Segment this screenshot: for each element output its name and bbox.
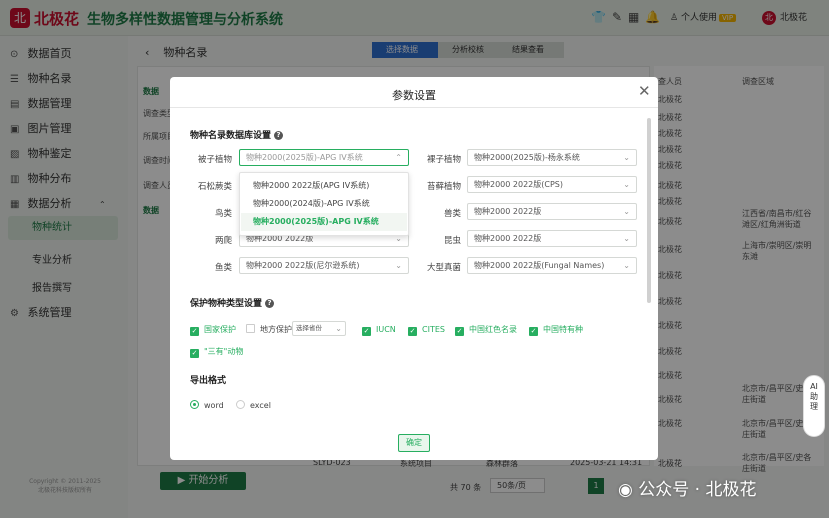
checkbox-redlist[interactable]: ✓ 中国红色名录 [455, 324, 517, 336]
ai-label: 助 [810, 392, 818, 401]
checkbox-label: 中国特有种 [543, 325, 583, 334]
select-angiosperm[interactable]: 物种2000(2025版)-APG IV系统 ⌃ [239, 149, 409, 166]
checkbox-national[interactable]: ✓ 国家保护 [190, 324, 236, 336]
radio-label: word [204, 401, 224, 410]
checkbox-cites[interactable]: ✓ CITES [408, 324, 445, 336]
select-placeholder: 选择省份 [296, 324, 322, 332]
select-value: 物种2000 2022版 [474, 234, 542, 243]
section-title-db: 物种名录数据库设置? [190, 128, 284, 141]
select-value: 物种2000(2025版)-杨永系统 [474, 153, 580, 162]
check-icon: ✓ [455, 327, 464, 336]
dialog-scrollbar[interactable] [647, 118, 651, 303]
chevron-down-icon: ⌄ [623, 207, 630, 216]
select-value: 物种2000 2022版(CPS) [474, 180, 563, 189]
field-label: 昆虫 [443, 236, 461, 246]
section-title-protect: 保护物种类型设置? [190, 296, 275, 309]
select-value: 物种2000 2022版(Fungal Names) [474, 261, 605, 270]
chevron-down-icon: ⌄ [623, 261, 630, 270]
checkbox-label: CITES [422, 325, 445, 334]
field-label: 裸子植物 [426, 155, 461, 165]
select-fish[interactable]: 物种2000 2022版(尼尔逊系统) ⌄ [239, 257, 409, 274]
check-icon: ✓ [190, 327, 199, 336]
checkbox-label: 地方保护 [260, 325, 292, 334]
confirm-button[interactable]: 确定 [398, 434, 430, 452]
select-bryophyte[interactable]: 物种2000 2022版(CPS) ⌄ [467, 176, 637, 193]
watermark-text: 公众号 · 北极花 [638, 480, 757, 500]
ai-assistant-button[interactable]: AI 助 理 [803, 375, 825, 437]
select-mammal[interactable]: 物种2000 2022版 ⌄ [467, 203, 637, 220]
section-title-text: 物种名录数据库设置 [190, 131, 272, 141]
checkbox-endemic[interactable]: ✓ 中国特有种 [529, 324, 583, 336]
checkbox-label: 国家保护 [204, 325, 236, 334]
section-title-text: 保护物种类型设置 [190, 299, 263, 309]
ai-label: AI [810, 382, 818, 391]
watermark: ◉ 公众号 · 北极花 [618, 475, 756, 500]
field-label: 大型真菌 [426, 263, 461, 273]
chevron-down-icon: ⌄ [395, 261, 402, 270]
close-icon[interactable]: ✕ [638, 82, 651, 100]
radio-excel[interactable]: excel [236, 400, 271, 410]
dropdown-option[interactable]: 物种2000 2022版(APG IV系统) [241, 177, 407, 195]
check-icon: ✓ [362, 327, 371, 336]
help-icon[interactable]: ? [265, 299, 275, 308]
select-value: 物种2000 2022版 [474, 207, 542, 216]
checkbox-local[interactable]: 地方保护 [246, 324, 292, 335]
wechat-icon: ◉ [618, 480, 639, 500]
select-value: 物种2000 2022版(尼尔逊系统) [246, 261, 360, 270]
check-icon: ✓ [190, 349, 199, 358]
field-label: 兽类 [443, 209, 461, 219]
checkbox-label: 中国红色名录 [469, 325, 517, 334]
checkbox-empty-icon [246, 324, 255, 333]
chevron-down-icon: ⌄ [335, 324, 342, 333]
select-gymnosperm[interactable]: 物种2000(2025版)-杨永系统 ⌄ [467, 149, 637, 166]
radio-empty-icon [236, 400, 245, 409]
ai-label: 理 [810, 402, 818, 411]
dialog-title: 参数设置 [392, 89, 436, 102]
field-label: 被子植物 [197, 155, 232, 165]
checkbox-label: IUCN [376, 325, 396, 334]
radio-word[interactable]: word [190, 400, 224, 410]
section-title-export: 导出格式 [190, 376, 227, 386]
checkbox-sanyou[interactable]: ✓ "三有"动物 [190, 346, 243, 358]
checkbox-label: "三有"动物 [204, 347, 244, 356]
select-value: 物种2000(2025版)-APG IV系统 [246, 153, 363, 162]
field-label: 石松蕨类 [197, 182, 232, 192]
field-label: 鸟类 [214, 209, 232, 219]
dropdown-option-selected[interactable]: 物种2000(2025版)-APG IV系统 [241, 213, 407, 231]
radio-label: excel [250, 401, 271, 410]
dropdown-option[interactable]: 物种2000(2024版)-APG IV系统 [241, 195, 407, 213]
field-label: 苔藓植物 [426, 182, 461, 192]
select-fungi[interactable]: 物种2000 2022版(Fungal Names) ⌄ [467, 257, 637, 274]
checkbox-iucn[interactable]: ✓ IUCN [362, 324, 396, 336]
chevron-down-icon: ⌄ [623, 234, 630, 243]
select-insect[interactable]: 物种2000 2022版 ⌄ [467, 230, 637, 247]
angiosperm-dropdown: 物种2000 2022版(APG IV系统) 物种2000(2024版)-APG… [239, 172, 409, 236]
radio-selected-icon [190, 400, 199, 409]
help-icon[interactable]: ? [274, 131, 284, 140]
chevron-down-icon: ⌄ [623, 153, 630, 162]
select-province[interactable]: 选择省份 ⌄ [292, 321, 346, 336]
dialog-divider [170, 107, 658, 108]
chevron-down-icon: ⌄ [623, 180, 630, 189]
check-icon: ✓ [408, 327, 417, 336]
field-label: 两爬 [214, 236, 232, 246]
chevron-up-icon: ⌃ [395, 153, 402, 162]
field-label: 鱼类 [214, 263, 232, 273]
check-icon: ✓ [529, 327, 538, 336]
